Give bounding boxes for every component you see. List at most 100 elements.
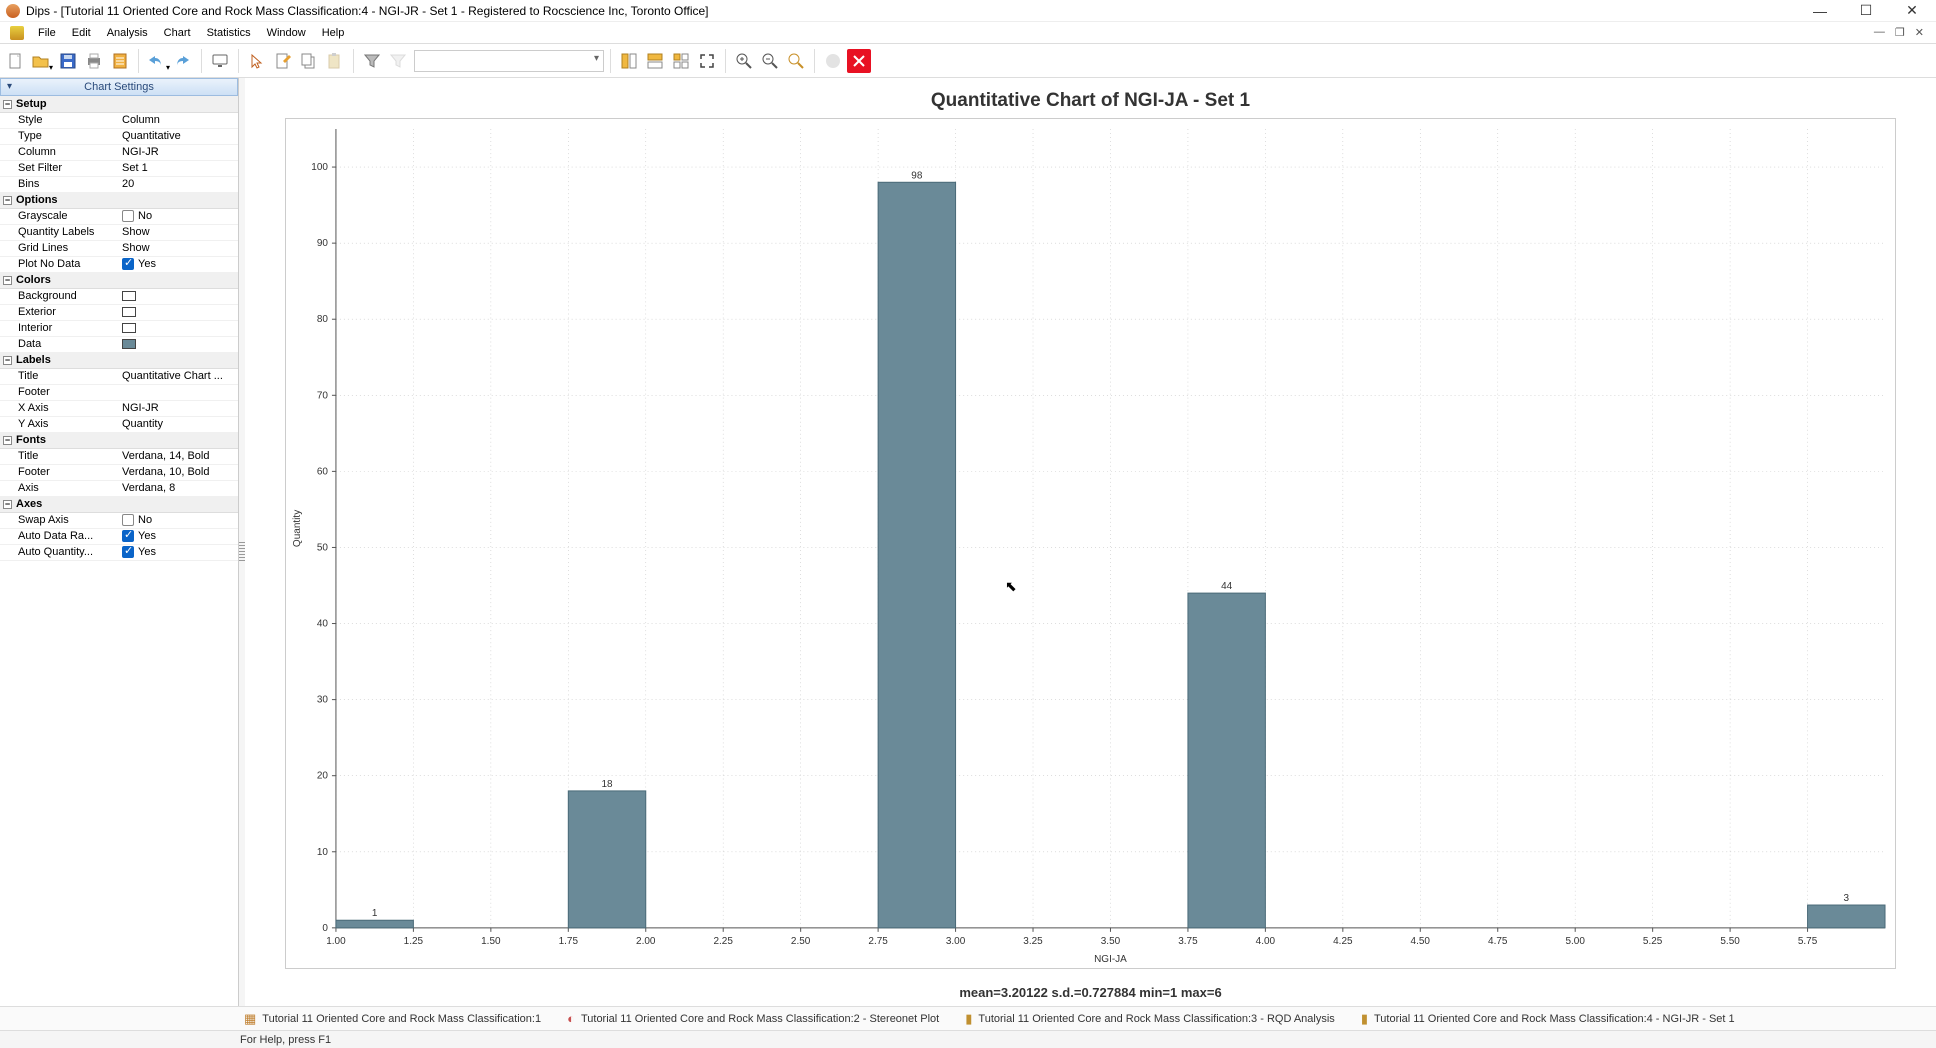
- prop-adr-v[interactable]: Yes: [119, 528, 238, 544]
- prop-ft-footer-k: Footer: [0, 464, 119, 480]
- menu-chart[interactable]: Chart: [156, 25, 199, 41]
- collapse-toggle-icon[interactable]: −: [3, 100, 12, 109]
- menu-window[interactable]: Window: [259, 25, 314, 41]
- filter-button[interactable]: [360, 49, 384, 73]
- menu-bar: File Edit Analysis Chart Statistics Wind…: [0, 22, 1936, 44]
- svg-text:NGI-JA: NGI-JA: [1094, 954, 1127, 965]
- svg-text:2.25: 2.25: [713, 936, 733, 947]
- chart-canvas[interactable]: 01020304050607080901001.001.251.501.752.…: [285, 118, 1896, 969]
- tab-1[interactable]: ▦Tutorial 11 Oriented Core and Rock Mass…: [240, 1007, 545, 1030]
- close-button[interactable]: ✕: [1894, 0, 1930, 22]
- prop-pnd-v[interactable]: Yes: [119, 256, 238, 272]
- sidebar-header[interactable]: ▾ Chart Settings: [0, 78, 238, 96]
- svg-text:80: 80: [317, 314, 329, 325]
- zoom-out-button[interactable]: [758, 49, 782, 73]
- menu-help[interactable]: Help: [314, 25, 353, 41]
- filter-combo[interactable]: [414, 50, 604, 72]
- maximize-button[interactable]: ☐: [1848, 0, 1884, 22]
- open-button[interactable]: ▾: [30, 49, 54, 73]
- prop-grid-v[interactable]: Show: [119, 240, 238, 256]
- prop-column-v[interactable]: NGI-JR: [119, 144, 238, 160]
- save-button[interactable]: [56, 49, 80, 73]
- prop-setfilter-k: Set Filter: [0, 160, 119, 176]
- collapse-toggle-icon[interactable]: −: [3, 356, 12, 365]
- zoom-in-button[interactable]: [732, 49, 756, 73]
- prop-aq-v[interactable]: Yes: [119, 544, 238, 560]
- tab-4[interactable]: ▮Tutorial 11 Oriented Core and Rock Mass…: [1357, 1007, 1739, 1030]
- tab-label: Tutorial 11 Oriented Core and Rock Mass …: [1374, 1013, 1735, 1025]
- prop-data-k: Data: [0, 336, 119, 352]
- status-bar: For Help, press F1: [0, 1030, 1936, 1048]
- new-button[interactable]: [4, 49, 28, 73]
- tab-3[interactable]: ▮Tutorial 11 Oriented Core and Rock Mass…: [961, 1007, 1339, 1030]
- layout-2-button[interactable]: [643, 49, 667, 73]
- svg-text:3.75: 3.75: [1178, 936, 1198, 947]
- close-view-button[interactable]: [847, 49, 871, 73]
- prop-yaxis-v[interactable]: Quantity: [119, 416, 238, 432]
- pointer-button[interactable]: [245, 49, 269, 73]
- layout-3-button[interactable]: [669, 49, 693, 73]
- prop-ext-k: Exterior: [0, 304, 119, 320]
- prop-grayscale-v[interactable]: No: [119, 208, 238, 224]
- property-grid[interactable]: −Setup StyleColumn TypeQuantitative Colu…: [0, 96, 238, 1006]
- layout-1-button[interactable]: [617, 49, 641, 73]
- prop-swap-v[interactable]: No: [119, 512, 238, 528]
- collapse-toggle-icon[interactable]: −: [3, 436, 12, 445]
- checkbox-icon: [122, 514, 134, 526]
- prop-bg-v[interactable]: [119, 288, 238, 304]
- doc-icon: [10, 26, 24, 40]
- grid-icon: ▦: [244, 1011, 256, 1027]
- prop-xaxis-v[interactable]: NGI-JR: [119, 400, 238, 416]
- cat-fonts: Fonts: [16, 434, 46, 446]
- globe-button[interactable]: [821, 49, 845, 73]
- undo-button[interactable]: ▾: [145, 49, 169, 73]
- mdi-close-button[interactable]: ✕: [1913, 26, 1926, 39]
- prop-ft-axis-v[interactable]: Verdana, 8: [119, 480, 238, 496]
- fit-button[interactable]: [695, 49, 719, 73]
- prop-footer-v[interactable]: [119, 384, 238, 400]
- filter-clear-button[interactable]: [386, 49, 410, 73]
- collapse-toggle-icon[interactable]: −: [3, 500, 12, 509]
- prop-ft-footer-v[interactable]: Verdana, 10, Bold: [119, 464, 238, 480]
- prop-setfilter-v[interactable]: Set 1: [119, 160, 238, 176]
- prop-ext-v[interactable]: [119, 304, 238, 320]
- chart-view: Quantitative Chart of NGI-JA - Set 1 010…: [245, 78, 1936, 1006]
- svg-text:5.00: 5.00: [1565, 936, 1585, 947]
- prop-type-v[interactable]: Quantitative: [119, 128, 238, 144]
- collapse-icon: ▾: [7, 81, 12, 92]
- print-button[interactable]: [82, 49, 106, 73]
- page-edit-button[interactable]: [271, 49, 295, 73]
- tab-2[interactable]: ◐Tutorial 11 Oriented Core and Rock Mass…: [563, 1007, 943, 1030]
- monitor-button[interactable]: [208, 49, 232, 73]
- tab-label: Tutorial 11 Oriented Core and Rock Mass …: [978, 1013, 1334, 1025]
- collapse-toggle-icon[interactable]: −: [3, 196, 12, 205]
- prop-style-v[interactable]: Column: [119, 112, 238, 128]
- menu-analysis[interactable]: Analysis: [99, 25, 156, 41]
- menu-file[interactable]: File: [30, 25, 64, 41]
- menu-statistics[interactable]: Statistics: [199, 25, 259, 41]
- menu-edit[interactable]: Edit: [64, 25, 99, 41]
- prop-ft-title-v[interactable]: Verdana, 14, Bold: [119, 448, 238, 464]
- svg-text:70: 70: [317, 390, 329, 401]
- copy-button[interactable]: [297, 49, 321, 73]
- mdi-minimize-button[interactable]: —: [1872, 26, 1887, 39]
- color-swatch: [122, 339, 136, 349]
- cat-colors: Colors: [16, 274, 51, 286]
- svg-text:1.50: 1.50: [481, 936, 501, 947]
- prop-data-v[interactable]: [119, 336, 238, 352]
- minimize-button[interactable]: —: [1802, 0, 1838, 22]
- redo-button[interactable]: [171, 49, 195, 73]
- zoom-tool-button[interactable]: [784, 49, 808, 73]
- svg-text:98: 98: [911, 170, 923, 181]
- prop-qlabels-v[interactable]: Show: [119, 224, 238, 240]
- prop-bins-v[interactable]: 20: [119, 176, 238, 192]
- prop-title-v[interactable]: Quantitative Chart ...: [119, 368, 238, 384]
- svg-text:50: 50: [317, 542, 329, 553]
- document-button[interactable]: [108, 49, 132, 73]
- app-icon: [6, 4, 20, 18]
- prop-int-v[interactable]: [119, 320, 238, 336]
- mdi-restore-button[interactable]: ❐: [1893, 26, 1907, 39]
- collapse-toggle-icon[interactable]: −: [3, 276, 12, 285]
- toolbar: ▾ ▾: [0, 44, 1936, 78]
- paste-button[interactable]: [323, 49, 347, 73]
